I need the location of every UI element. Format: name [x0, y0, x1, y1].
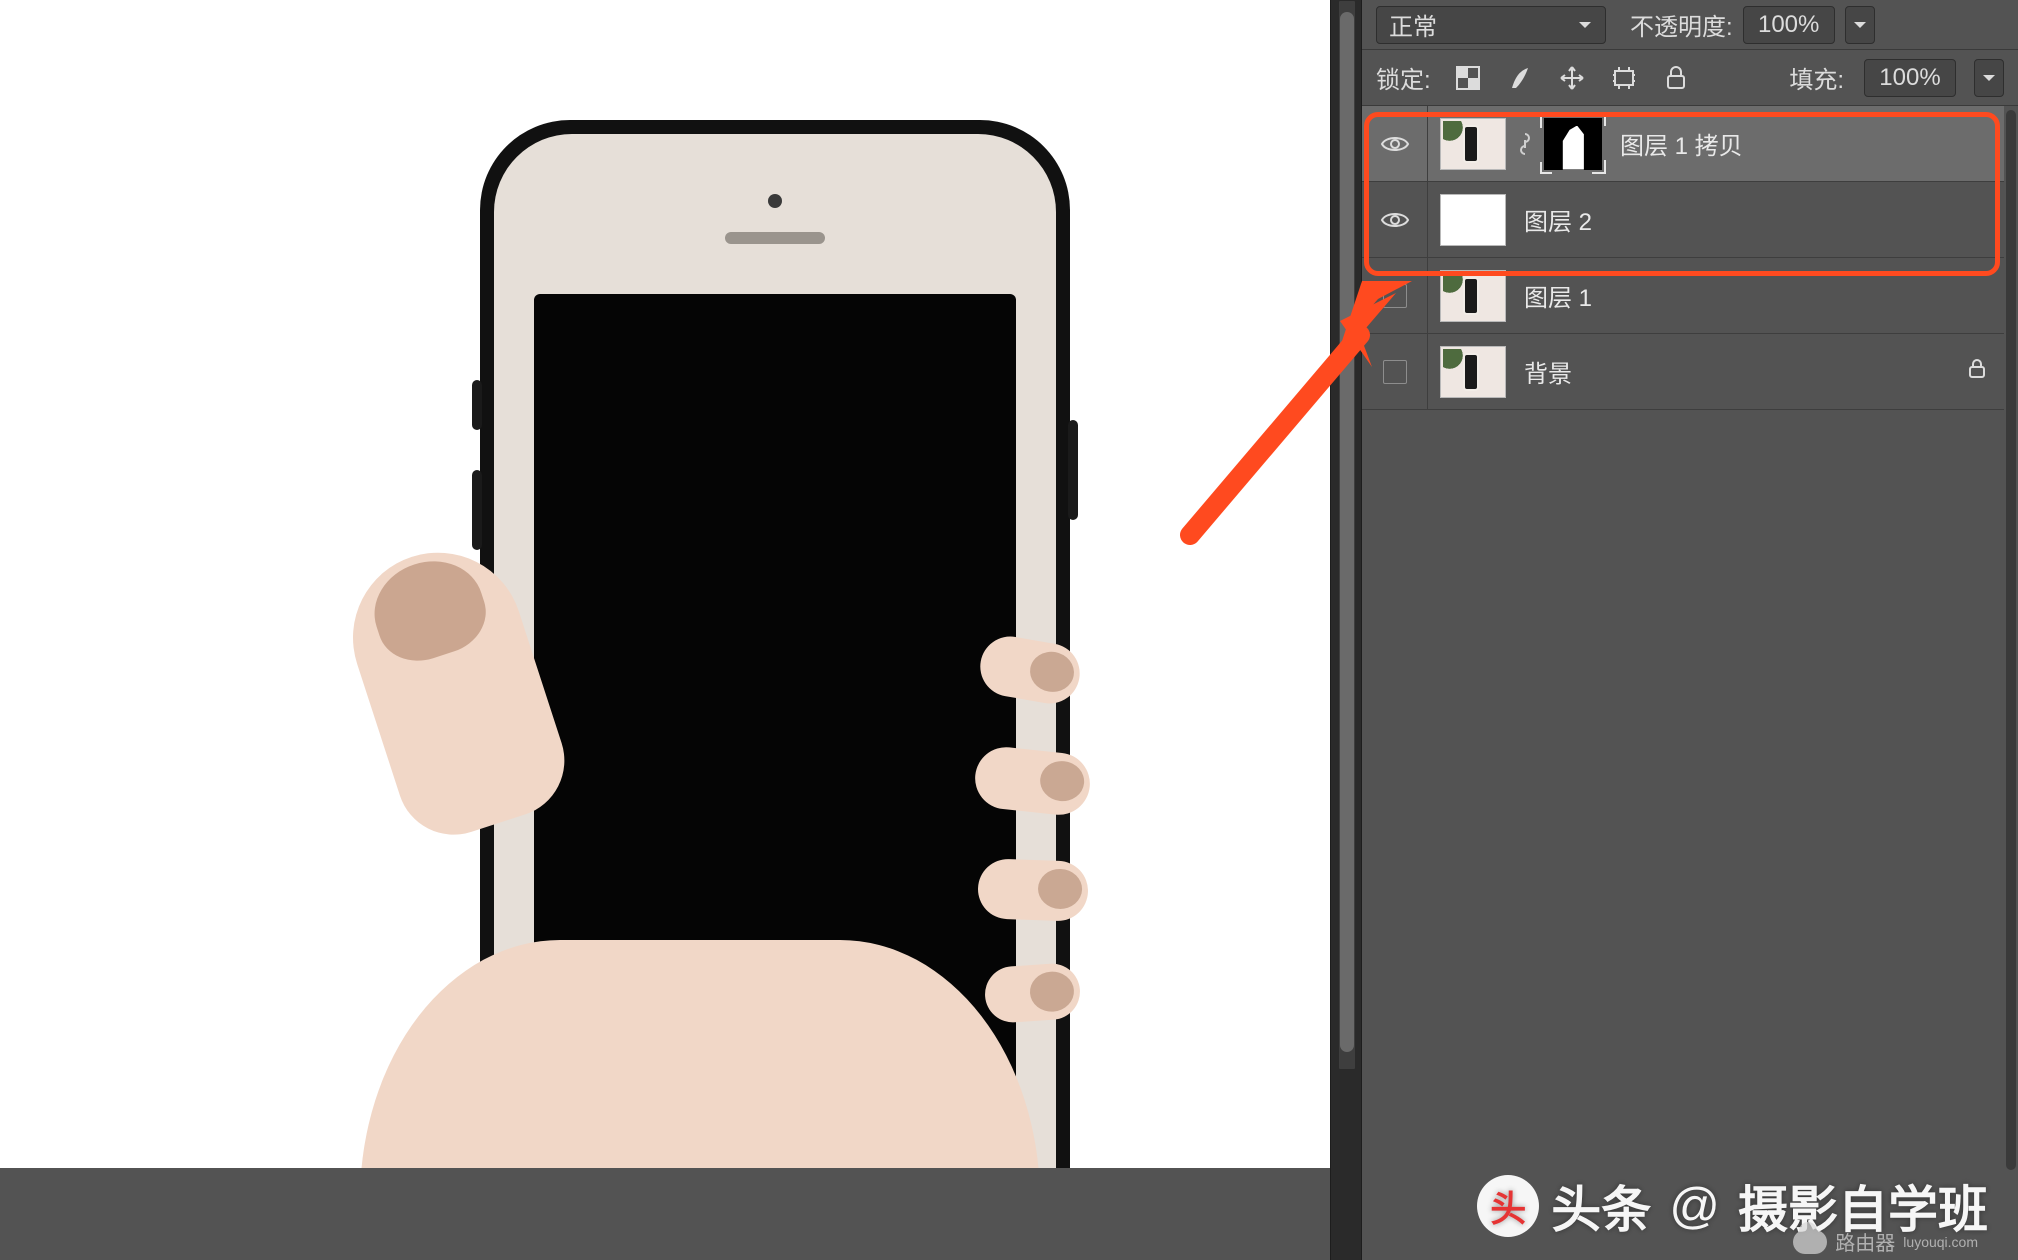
layer-thumbnail[interactable]: [1440, 118, 1506, 170]
watermark-brand: 头条: [1551, 1170, 1651, 1242]
chevron-down-icon: [1852, 17, 1868, 33]
panel-divider[interactable]: [1330, 0, 1362, 1260]
layer-thumbnail[interactable]: [1440, 194, 1506, 246]
layer-name[interactable]: 背景: [1524, 354, 1572, 389]
phone-mute-switch: [472, 380, 482, 430]
phone-volume-down: [472, 570, 482, 650]
layer-row[interactable]: 背景: [1362, 334, 2004, 410]
phone-power-button: [1068, 420, 1078, 520]
layers-panel: 正常 不透明度: 100% 锁定:: [1362, 0, 2018, 1260]
watermark-site-label: 路由器: [1835, 1227, 1895, 1256]
opacity-value-input[interactable]: 100%: [1743, 6, 1835, 44]
watermark-site-url: luyouqi.com: [1903, 1234, 1978, 1250]
layer-row[interactable]: 图层 1 拷贝: [1362, 106, 2004, 182]
lock-icon: [1966, 357, 1988, 386]
panel-scrollbar[interactable]: [2006, 110, 2016, 1170]
blend-opacity-row: 正常 不透明度: 100%: [1362, 0, 2018, 50]
phone-outline: [480, 120, 1070, 1168]
layer-mask-thumbnail[interactable]: [1544, 118, 1602, 170]
chevron-down-icon: [1981, 70, 1997, 86]
mask-link-icon[interactable]: [1516, 132, 1534, 156]
lock-all-icon[interactable]: [1661, 63, 1691, 93]
layer-row[interactable]: 图层 2: [1362, 182, 2004, 258]
watermark-logo-icon: 头: [1477, 1175, 1539, 1237]
eye-icon: [1380, 205, 1410, 235]
cloud-icon: [1793, 1230, 1827, 1254]
canvas-pasteboard: [0, 1168, 1330, 1260]
watermark-at: @: [1669, 1177, 1720, 1235]
phone-home-button-icon: [727, 1094, 823, 1168]
visibility-off-icon: [1383, 284, 1407, 308]
canvas-scrollbar-thumb[interactable]: [1340, 12, 1354, 1052]
phone-camera-icon: [768, 194, 782, 208]
layer-name[interactable]: 图层 1 拷贝: [1620, 126, 1743, 161]
fill-label: 填充:: [1789, 60, 1844, 95]
phone-volume-up: [472, 470, 482, 550]
layer-name[interactable]: 图层 1: [1524, 278, 1592, 313]
blend-mode-select[interactable]: 正常: [1376, 6, 1606, 44]
visibility-toggle[interactable]: [1362, 334, 1428, 409]
fill-value-input[interactable]: 100%: [1864, 59, 1956, 97]
visibility-toggle[interactable]: [1362, 106, 1428, 181]
document-canvas[interactable]: [0, 0, 1330, 1168]
phone-speaker-icon: [725, 232, 825, 244]
lock-transparency-icon[interactable]: [1453, 63, 1483, 93]
visibility-off-icon: [1383, 360, 1407, 384]
lock-artboard-icon[interactable]: [1609, 63, 1639, 93]
visibility-toggle[interactable]: [1362, 182, 1428, 257]
layer-thumbnail[interactable]: [1440, 270, 1506, 322]
opacity-value: 100%: [1758, 11, 1819, 39]
layer-name[interactable]: 图层 2: [1524, 202, 1592, 237]
opacity-stepper[interactable]: [1845, 6, 1875, 44]
lock-fill-row: 锁定: 填充: 100%: [1362, 50, 2018, 106]
lock-position-icon[interactable]: [1557, 63, 1587, 93]
visibility-toggle[interactable]: [1362, 258, 1428, 333]
phone-body: [494, 134, 1056, 1168]
layer-list: 图层 1 拷贝 图层 2 图层 1: [1362, 106, 2004, 410]
lock-label: 锁定:: [1376, 60, 1431, 95]
layer-row[interactable]: 图层 1: [1362, 258, 2004, 334]
eye-icon: [1380, 129, 1410, 159]
fill-stepper[interactable]: [1974, 59, 2004, 97]
opacity-label: 不透明度:: [1630, 7, 1733, 42]
watermark-site: 路由器 luyouqi.com: [1793, 1227, 1978, 1256]
chevron-down-icon: [1577, 17, 1593, 33]
fill-value: 100%: [1879, 64, 1940, 92]
lock-pixels-icon[interactable]: [1505, 63, 1535, 93]
blend-mode-value: 正常: [1389, 7, 1437, 42]
layer-thumbnail[interactable]: [1440, 346, 1506, 398]
phone-screen: [534, 294, 1016, 1086]
